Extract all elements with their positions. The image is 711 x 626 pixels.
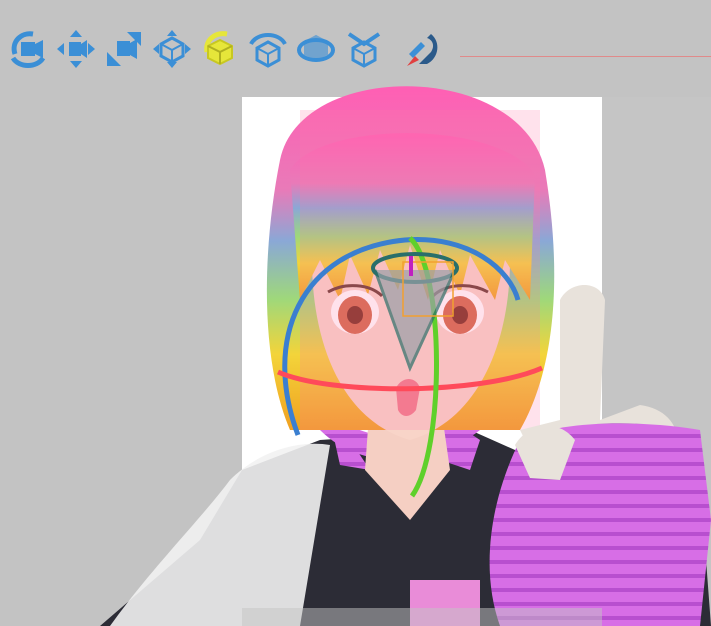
move-z-icon[interactable] — [102, 26, 146, 72]
transform-toolbar — [6, 24, 444, 74]
ik-magnet-icon[interactable] — [400, 26, 444, 72]
move-xy-icon[interactable] — [54, 26, 98, 72]
rotate-z-icon[interactable] — [342, 26, 386, 72]
rotate-camera-icon[interactable] — [6, 26, 50, 72]
3d-viewport[interactable] — [0, 0, 711, 626]
rotate-x-icon[interactable] — [246, 26, 290, 72]
rotate-bone-icon[interactable] — [198, 26, 242, 72]
rotate-y-icon[interactable] — [294, 26, 338, 72]
viewport-canvas[interactable] — [0, 0, 711, 626]
move-bone-icon[interactable] — [150, 26, 194, 72]
